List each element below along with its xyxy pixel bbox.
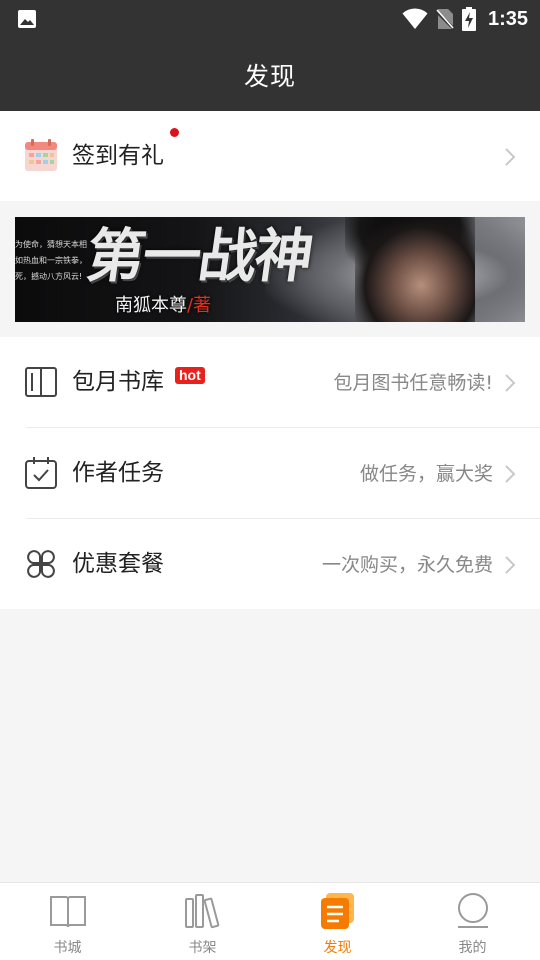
checkin-label: 签到有礼 <box>72 143 164 169</box>
menu-item-label: 包月书库 <box>72 369 164 395</box>
banner-author: 南狐本尊/著 <box>115 295 211 317</box>
banner-artwork-face <box>355 217 475 322</box>
menu-item-desc: 做任务，赢大奖 <box>359 463 493 485</box>
tab-label: 我的 <box>458 940 487 956</box>
page-title: 发现 <box>243 61 296 91</box>
banner-side-line: 如热血和一宗铁拳， <box>15 256 87 265</box>
calendar-check-icon <box>25 457 57 489</box>
bookshelf-icon <box>185 894 220 929</box>
discover-menu: 包月书库 hot 包月图书任意畅读! 作者任务 做任务，赢大奖 优惠套餐 一次购 <box>0 337 540 609</box>
menu-item-discount-package[interactable]: 优惠套餐 一次购买，永久免费 <box>0 519 540 609</box>
no-sim-icon <box>435 9 454 30</box>
menu-item-desc: 包月图书任意畅读! <box>333 372 493 394</box>
chevron-right-icon <box>505 556 516 574</box>
chevron-right-icon <box>505 374 516 392</box>
checkin-row[interactable]: 签到有礼 <box>0 111 540 201</box>
banner-title: 第一战神 <box>82 222 316 290</box>
image-icon <box>18 10 36 28</box>
banner-author-suffix: /著 <box>187 295 212 316</box>
clover-icon <box>27 550 55 578</box>
banner-author-name: 南狐本尊 <box>115 295 187 316</box>
profile-icon <box>458 893 488 928</box>
checkin-card: 签到有礼 <box>0 111 540 201</box>
promo-banner[interactable]: 为使命，猜想天本相 如热血和一宗铁拳， 死，撼动八方风云! 第一战神 南狐本尊/… <box>15 217 525 322</box>
tab-label: 发现 <box>323 940 352 956</box>
tab-bookshelf[interactable]: 书架 <box>135 883 270 960</box>
status-bar: 1:35 <box>0 0 540 38</box>
wifi-icon <box>402 8 428 29</box>
app-header: 发现 <box>0 38 540 111</box>
banner-side-line: 死，撼动八方风云! <box>15 272 83 281</box>
chevron-right-icon <box>505 148 516 166</box>
status-time: 1:35 <box>487 7 528 30</box>
calendar-icon <box>25 139 57 171</box>
menu-item-label: 作者任务 <box>72 460 164 486</box>
tab-profile[interactable]: 我的 <box>405 883 540 960</box>
chevron-right-icon <box>505 465 516 483</box>
bottom-tab-bar: 书城 书架 发现 我的 <box>0 882 540 960</box>
book-icon <box>50 896 86 928</box>
tab-label: 书城 <box>53 940 82 956</box>
banner-side-text: 为使命，猜想天本相 如热血和一宗铁拳， 死，撼动八方风云! <box>15 237 87 285</box>
tab-label: 书架 <box>188 940 217 956</box>
banner-side-line: 为使命，猜想天本相 <box>15 240 87 249</box>
menu-item-author-tasks[interactable]: 作者任务 做任务，赢大奖 <box>0 428 540 518</box>
menu-item-desc: 一次购买，永久免费 <box>321 554 493 576</box>
hot-badge: hot <box>175 367 205 384</box>
tab-discover[interactable]: 发现 <box>270 883 405 960</box>
battery-charging-icon <box>461 7 476 31</box>
tab-bookstore[interactable]: 书城 <box>0 883 135 960</box>
book-open-icon <box>25 367 57 397</box>
discover-icon <box>321 893 354 929</box>
banner-area: 为使命，猜想天本相 如热血和一宗铁拳， 死，撼动八方风云! 第一战神 南狐本尊/… <box>0 201 540 337</box>
menu-item-monthly-library[interactable]: 包月书库 hot 包月图书任意畅读! <box>0 337 540 427</box>
notification-dot <box>170 128 179 137</box>
menu-item-label: 优惠套餐 <box>72 551 164 577</box>
